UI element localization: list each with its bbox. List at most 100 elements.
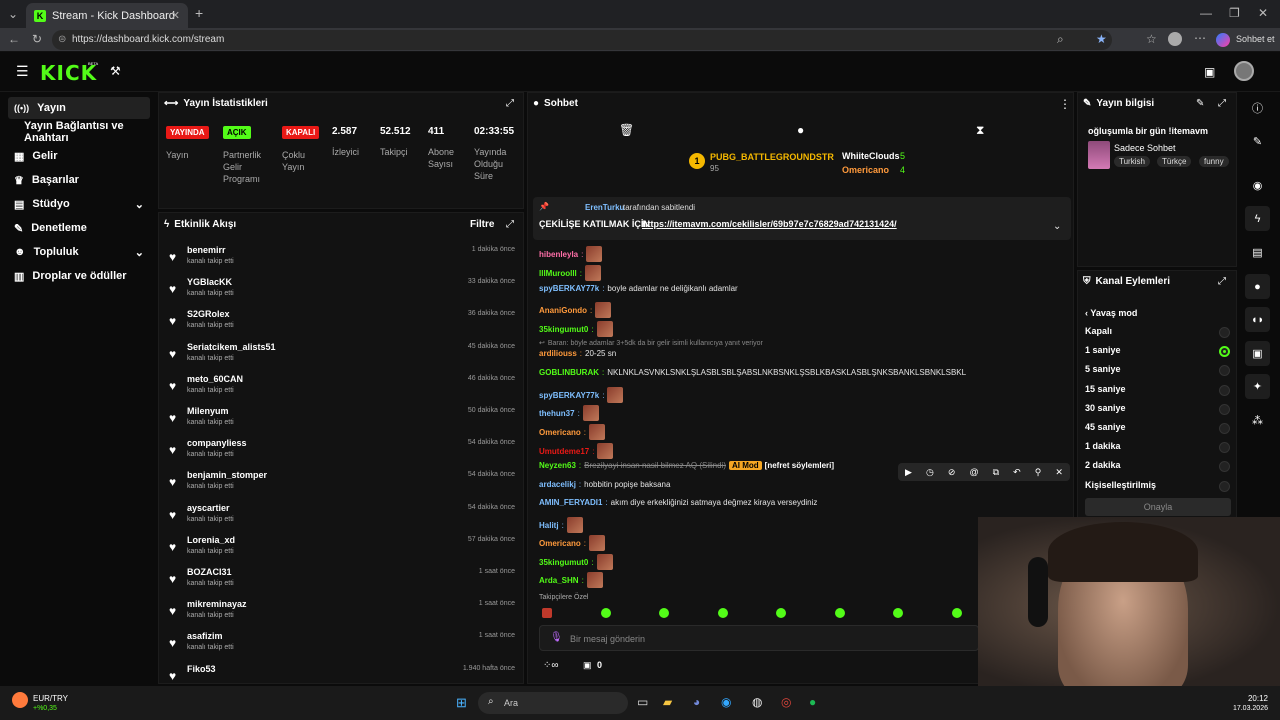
slow-mode-option[interactable]: 15 saniye [1085, 384, 1233, 394]
more-menu-icon[interactable]: ⋯ [1194, 32, 1206, 44]
copy-icon[interactable]: ⧉ [993, 467, 999, 478]
site-info-icon[interactable]: ⊜ [58, 30, 66, 50]
sidebar-item-droplar[interactable]: ▥ Droplar ve ödüller [14, 265, 127, 287]
radio-button[interactable] [1219, 403, 1230, 415]
chat-message[interactable]: lllMuroolll: [539, 265, 602, 281]
activity-item[interactable]: ♥ Lorenia_xd kanalı takip etti 57 dakika ön… [166, 534, 518, 564]
radio-button[interactable] [1219, 480, 1230, 492]
zoom-icon[interactable]: ⌕ [1057, 33, 1064, 45]
chat-username[interactable]: lllMuroolll [539, 269, 577, 278]
minimize-icon[interactable]: — [1200, 7, 1212, 19]
ban-icon[interactable]: ⊘ [948, 467, 956, 478]
edit-icon[interactable]: ✎ [1196, 98, 1204, 110]
timeout-icon[interactable]: ◷ [926, 467, 934, 478]
category-name[interactable]: Sadece Sohbet [1114, 143, 1176, 153]
activity-user[interactable]: ayscartier [187, 503, 230, 513]
sidebar-item-denetleme[interactable]: ✎ Denetleme [14, 217, 87, 239]
emote-icon[interactable] [659, 608, 670, 618]
radio-button[interactable] [1219, 384, 1230, 396]
new-tab-icon[interactable]: + [195, 6, 203, 20]
chat-message[interactable]: ardacelikj: hobbitin popişe baksana [539, 480, 670, 489]
tag-chip[interactable]: funny [1199, 156, 1229, 167]
activity-item[interactable]: ♥ BOZACI31 kanalı takip etti 1 saat önce [166, 566, 518, 596]
obs-icon[interactable]: ◍ [752, 695, 762, 709]
microphone-icon[interactable]: 🎙 [550, 632, 563, 643]
chat-username[interactable]: Omericano [539, 539, 581, 548]
sidebar-item-yayin[interactable]: ((•)) Yayın [14, 97, 66, 119]
notes-icon[interactable]: ▤ [1245, 240, 1270, 265]
chat-username[interactable]: GOBLINBURAK [539, 368, 599, 377]
radio-button[interactable] [1219, 423, 1230, 434]
chat-message[interactable]: spyBERKAY77k: boyle adamlar ne deliğikanl… [539, 284, 738, 293]
close-tab-icon[interactable]: ✕ [171, 9, 180, 22]
top-gifter-name[interactable]: PUBG_BATTLEGROUNDSTR [710, 152, 834, 162]
edge-icon[interactable]: ◉ [721, 695, 731, 709]
chat-message[interactable]: ardiliouss:20-25 sn [539, 349, 616, 358]
hourglass-icon[interactable]: ⧗ [976, 124, 984, 136]
chat-username[interactable]: Umutdeme17 [539, 447, 589, 456]
weather-widget-icon[interactable] [12, 692, 28, 708]
radio-button[interactable] [1219, 327, 1230, 338]
chevron-down-icon[interactable]: ⌄ [1053, 221, 1061, 232]
spotify-icon[interactable]: ● [809, 695, 816, 709]
slow-mode-option[interactable]: 5 saniye [1085, 364, 1233, 374]
chat-username[interactable]: 35kingumut0 [539, 325, 588, 334]
sidebar-item-topluluk[interactable]: ☻ Topluluk ⌄ [14, 241, 154, 263]
chrome-icon[interactable]: ◎ [781, 695, 791, 709]
emote-icon[interactable] [776, 608, 787, 618]
delete-icon[interactable]: ✕ [1055, 467, 1063, 478]
user-avatar[interactable] [1234, 61, 1254, 81]
back-icon[interactable]: ← [8, 33, 20, 45]
chat-mode-icon[interactable]: ● [797, 124, 804, 136]
chat-username[interactable]: Neyzen63 [539, 461, 576, 470]
slow-mode-option[interactable]: Kişiselleştirilmiş [1085, 480, 1233, 490]
activity-item[interactable]: ♥ meto_60CAN kanalı takip etti 46 dakika ön… [166, 373, 518, 403]
confirm-button[interactable]: Onayla [1085, 498, 1231, 516]
slow-mode-option[interactable]: 1 dakika [1085, 441, 1233, 451]
emote-icon[interactable] [893, 608, 904, 618]
community-icon[interactable]: ⁂ [1245, 408, 1270, 433]
activity-item[interactable]: ♥ companyliess kanalı takip etti 54 dakika … [166, 437, 518, 467]
reload-icon[interactable]: ↻ [32, 33, 42, 45]
slow-mode-back[interactable]: ‹ Yavaş mod [1085, 308, 1233, 318]
emote-icon[interactable] [717, 608, 728, 618]
chat-message[interactable]: AMIN_FERYADI1: akım diye erkekliğinizi sa… [539, 498, 817, 507]
expand-icon[interactable]: ⤢ [1218, 276, 1226, 288]
category-thumbnail[interactable] [1088, 141, 1110, 169]
display-icon[interactable]: ▣ [1204, 66, 1215, 78]
activity-user[interactable]: Seriatcikem_alists51 [187, 342, 276, 352]
address-bar[interactable]: ⊜ https://dashboard.kick.com/stream [52, 30, 1112, 50]
play-icon[interactable]: ▶ [905, 467, 912, 478]
favorite-star-icon[interactable]: ★ [1096, 33, 1107, 45]
pinned-message[interactable]: 📌 ErenTurku tarafından sabitlendi ÇEKİLİ… [533, 197, 1071, 240]
taskbar-search[interactable]: ⌕ Ara [478, 692, 628, 714]
chat-username[interactable]: 35kingumut0 [539, 558, 588, 567]
slow-mode-option[interactable]: Kapalı [1085, 326, 1233, 336]
chat-username[interactable]: ardiliouss [539, 349, 577, 358]
chat-message[interactable]: Neyzen63: Brezilyayi insan nasil bilmez A… [539, 461, 834, 470]
chat-bubble-icon[interactable]: ● [1245, 274, 1270, 299]
expand-icon[interactable]: ⤢ [506, 219, 514, 231]
gifter-name[interactable]: Omericano [842, 165, 889, 175]
collections-icon[interactable]: ☆ [1146, 33, 1157, 45]
activity-user[interactable]: YGBlacKK [187, 277, 232, 287]
close-window-icon[interactable]: ✕ [1258, 7, 1268, 19]
browser-tab[interactable]: K Stream - Kick Dashboard ✕ [26, 3, 188, 28]
chat-message[interactable]: Arda_SHN: [539, 572, 603, 588]
chat-username[interactable]: Omericano [539, 428, 581, 437]
chat-username[interactable]: Arda_SHN [539, 576, 579, 585]
chat-username[interactable]: AnaniGondo [539, 306, 587, 315]
activity-user[interactable]: benjamin_stomper [187, 470, 267, 480]
chat-message[interactable]: AnaniGondo: [539, 302, 612, 318]
chat-username[interactable]: AMIN_FERYADI1 [539, 498, 602, 507]
chat-username[interactable]: spyBERKAY77k [539, 391, 599, 400]
chat-username[interactable]: thehun37 [539, 409, 575, 418]
gift-icon[interactable]: ▣ [583, 660, 592, 671]
activity-user[interactable]: S2GRolex [187, 309, 230, 319]
chat-message[interactable]: Halitj: [539, 517, 583, 533]
activity-user[interactable]: meto_60CAN [187, 374, 243, 384]
broadcast-icon[interactable]: ◖◗ [1245, 307, 1270, 332]
reply-icon[interactable]: ↶ [1013, 467, 1021, 478]
hamburger-menu-icon[interactable]: ☰ [16, 64, 29, 78]
pencil-icon[interactable]: ✎ [1245, 129, 1270, 154]
